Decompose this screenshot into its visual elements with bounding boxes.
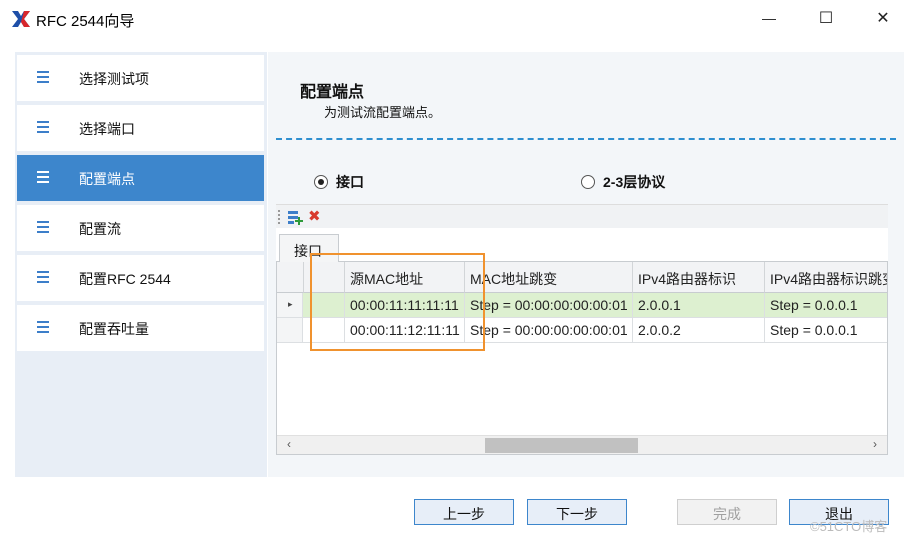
page-subtitle: 为测试流配置端点。 xyxy=(324,105,442,120)
close-button[interactable]: ✕ xyxy=(854,0,912,36)
app-logo-icon xyxy=(12,11,30,27)
add-row-icon[interactable] xyxy=(286,208,304,226)
sidebar-item-label: 配置端点 xyxy=(79,171,135,187)
radio-protocol-label: 2-3层协议 xyxy=(603,174,666,190)
table-row[interactable]: 00:00:11:12:11:11 Step = 00:00:00:00:00:… xyxy=(277,318,887,343)
radio-selected-icon[interactable] xyxy=(314,175,328,189)
table-cell[interactable]: 00:00:11:11:11:11 xyxy=(345,293,465,317)
table-cell[interactable]: Step = 0.0.0.1 xyxy=(765,293,887,317)
section-divider xyxy=(276,138,896,140)
window-title: RFC 2544向导 xyxy=(36,13,135,30)
grid-toolbar: ✖ xyxy=(276,204,888,228)
sidebar-item-label: 选择端口 xyxy=(79,121,135,137)
list-icon xyxy=(37,321,49,333)
page-title: 配置端点 xyxy=(300,84,365,101)
radio-l2-l3-protocol[interactable]: 2-3层协议 xyxy=(581,172,665,192)
sidebar-item-configure-throughput[interactable]: 配置吞吐量 xyxy=(17,305,264,351)
column-header[interactable]: IPv4路由器标识跳变 xyxy=(765,262,887,293)
sidebar-item-label: 配置RFC 2544 xyxy=(79,271,171,287)
table-cell[interactable]: Step = 00:00:00:00:00:01 xyxy=(465,318,633,342)
radio-interface[interactable]: 接口 xyxy=(314,172,364,192)
grid-empty-cell xyxy=(304,293,345,317)
sidebar-item-select-ports[interactable]: 选择端口 xyxy=(17,105,264,151)
next-button[interactable]: 下一步 xyxy=(527,499,627,525)
sidebar-item-select-tests[interactable]: 选择测试项 xyxy=(17,55,264,101)
horizontal-scrollbar[interactable]: ‹ › xyxy=(277,435,887,454)
grid-empty-header xyxy=(304,262,345,293)
scrollbar-thumb[interactable] xyxy=(485,438,638,453)
sidebar-item-configure-rfc2544[interactable]: 配置RFC 2544 xyxy=(17,255,264,301)
list-icon xyxy=(37,171,49,183)
column-header[interactable]: MAC地址跳变 xyxy=(465,262,633,293)
maximize-icon: ☐ xyxy=(818,10,834,27)
column-header[interactable]: IPv4路由器标识 xyxy=(633,262,765,293)
title-bar: RFC 2544向导 — ☐ ✕ xyxy=(0,0,915,40)
wizard-sidebar: 选择测试项 选择端口 配置端点 配置流 配置RFC 2544 配置吞吐量 xyxy=(15,52,267,477)
table-cell[interactable]: 00:00:11:12:11:11 xyxy=(345,318,465,342)
table-cell[interactable]: Step = 00:00:00:00:00:01 xyxy=(465,293,633,317)
grid-empty-cell xyxy=(304,318,345,342)
table-cell[interactable]: 2.0.0.1 xyxy=(633,293,765,317)
list-icon xyxy=(37,271,49,283)
table-cell[interactable]: 2.0.0.2 xyxy=(633,318,765,342)
sidebar-item-configure-flows[interactable]: 配置流 xyxy=(17,205,264,251)
radio-unselected-icon[interactable] xyxy=(581,175,595,189)
minimize-icon: — xyxy=(762,10,776,26)
row-indicator xyxy=(277,318,303,342)
list-icon xyxy=(37,221,49,233)
watermark: ©51CTO博客 xyxy=(810,519,888,534)
close-icon: ✕ xyxy=(876,10,890,27)
table-cell[interactable]: Step = 0.0.0.1 xyxy=(765,318,887,342)
tab-interface[interactable]: 接口 xyxy=(279,234,339,263)
finish-button[interactable]: 完成 xyxy=(677,499,777,525)
sidebar-item-label: 选择测试项 xyxy=(79,71,149,87)
previous-button[interactable]: 上一步 xyxy=(414,499,514,525)
list-icon xyxy=(37,121,49,133)
content-panel: 配置端点 为测试流配置端点。 接口 2-3层协议 ✖ 接口 源MAC地址 MAC… xyxy=(268,52,904,477)
delete-row-icon[interactable]: ✖ xyxy=(308,207,324,225)
scroll-right-icon[interactable]: › xyxy=(867,437,883,453)
endpoint-grid: 源MAC地址 MAC地址跳变 IPv4路由器标识 IPv4路由器标识跳变 ▸ 0… xyxy=(276,262,888,455)
scroll-left-icon[interactable]: ‹ xyxy=(281,437,297,453)
sidebar-item-label: 配置吞吐量 xyxy=(79,321,149,337)
radio-interface-label: 接口 xyxy=(336,174,364,190)
maximize-button[interactable]: ☐ xyxy=(797,0,855,36)
minimize-button[interactable]: — xyxy=(740,0,798,36)
sidebar-item-label: 配置流 xyxy=(79,221,121,237)
column-header[interactable]: 源MAC地址 xyxy=(345,262,465,293)
table-row[interactable]: ▸ 00:00:11:11:11:11 Step = 00:00:00:00:0… xyxy=(277,293,887,318)
row-header-corner xyxy=(277,262,304,293)
toolbar-grip xyxy=(278,210,280,224)
row-indicator-icon: ▸ xyxy=(277,293,303,317)
tab-strip: 接口 xyxy=(276,228,888,263)
list-icon xyxy=(37,71,49,83)
sidebar-item-configure-endpoints[interactable]: 配置端点 xyxy=(17,155,264,201)
